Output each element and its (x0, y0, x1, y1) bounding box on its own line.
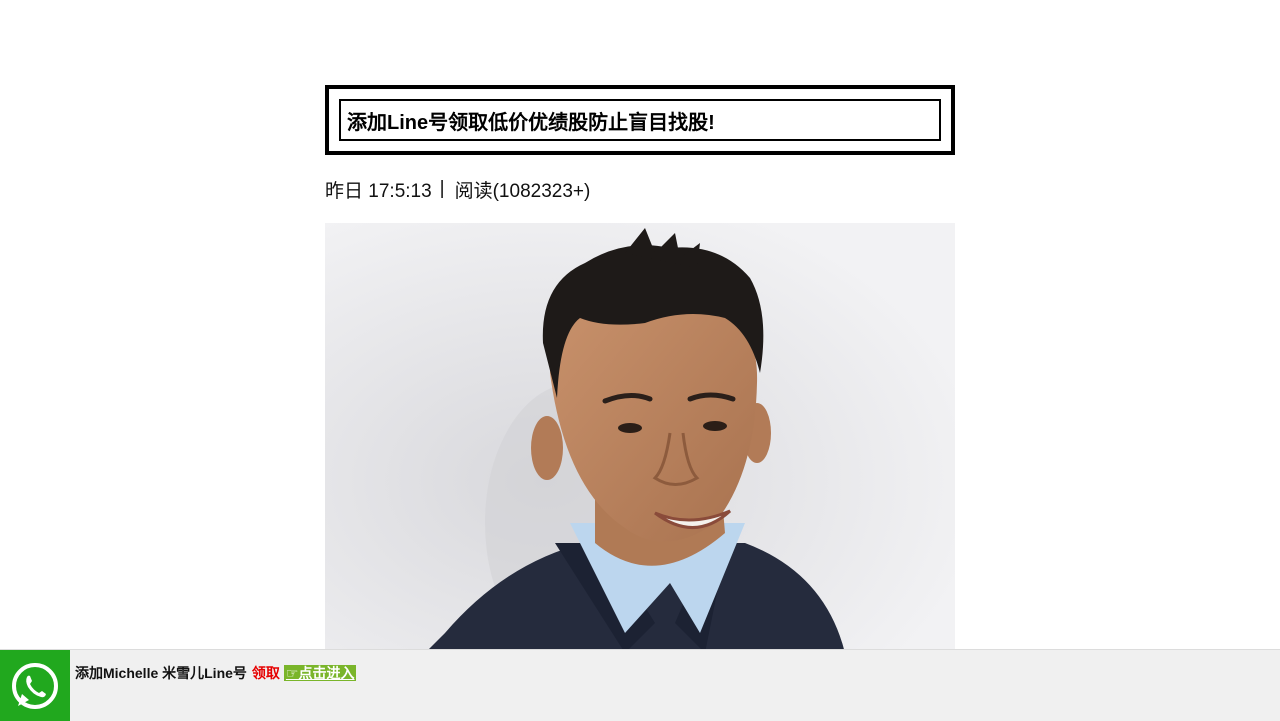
publish-date: 昨日 17:5:13 (325, 180, 432, 202)
claim-label: 领取 (251, 665, 280, 681)
whatsapp-icon[interactable] (0, 650, 70, 721)
title-frame: 添加Line号领取低价优绩股防止盲目找股! (325, 85, 955, 155)
contact-text: 添加Michelle 米雪儿Line号 (75, 665, 247, 681)
article: 添加Line号领取低价优绩股防止盲目找股! 昨日 17:5:13 | 阅读(10… (325, 85, 955, 653)
article-meta: 昨日 17:5:13 | 阅读(1082323+) (325, 177, 955, 202)
portrait-illustration (325, 223, 955, 653)
bottom-contact-bar[interactable]: 添加Michelle 米雪儿Line号 领取 ☞点击进入 (0, 649, 1280, 721)
article-title: 添加Line号领取低价优绩股防止盲目找股! (339, 99, 941, 141)
article-photo (325, 223, 955, 653)
meta-separator: | (439, 178, 445, 199)
read-count: 阅读(1082323+) (454, 180, 591, 202)
enter-button[interactable]: ☞点击进入 (283, 665, 357, 681)
contact-message[interactable]: 添加Michelle 米雪儿Line号 领取 ☞点击进入 (75, 663, 357, 683)
